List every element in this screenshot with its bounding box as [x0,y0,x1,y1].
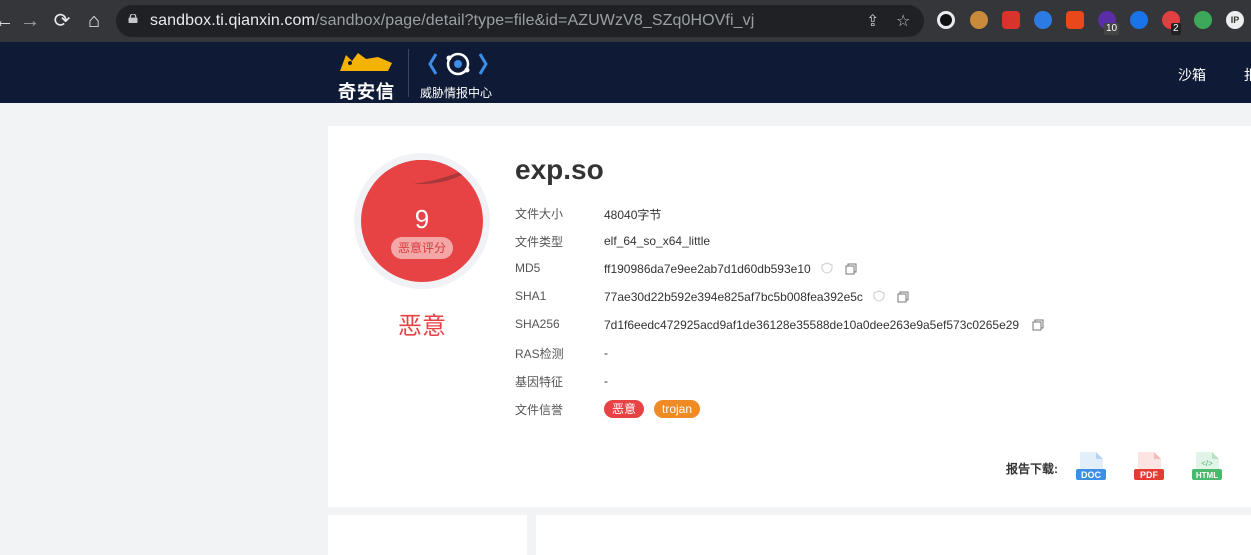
pdf-download-icon[interactable]: PDF [1134,451,1164,483]
extension-badge: 10 [1104,23,1120,35]
nav-item-report[interactable]: 报 [1244,65,1251,85]
pdf-format-text: PDF [1140,470,1159,480]
bookmark-star-icon[interactable]: ☆ [896,11,910,31]
extension-earth-icon[interactable] [1194,11,1212,29]
html-download-icon[interactable]: </> HTML [1192,451,1222,483]
extension-cookie-icon[interactable] [970,11,988,29]
report-download-label: 报告下载: [1006,462,1058,476]
extension-circle-icon[interactable] [937,11,955,29]
extension-mask-icon[interactable] [1034,11,1052,29]
file-name: exp.so [515,154,604,185]
row-value-gene: - [604,374,608,388]
brand-logo-text[interactable]: 奇安信 [338,78,395,104]
copy-icon[interactable] [897,291,909,303]
score-wave [361,160,483,200]
shield-icon[interactable] [821,262,833,274]
row-value-sha1[interactable]: 77ae30d22b592e394e825af7bc5b008fea392e5c [604,290,863,304]
html-format-text: HTML [1196,471,1218,480]
row-label-gene: 基因特征 [515,375,564,389]
row-value-ras: - [604,346,608,360]
row-label-sha256: SHA256 [515,317,560,331]
row-label-size: 文件大小 [515,207,564,221]
logo-divider [408,49,409,97]
shield-icon[interactable] [873,290,885,302]
threat-center-name[interactable]: 威胁情报中心 [420,84,492,101]
row-label-ras: RAS检测 [515,347,564,361]
back-arrow-icon[interactable]: ← [0,9,16,33]
copy-icon[interactable] [845,263,857,275]
extension-translate-icon[interactable] [1066,11,1084,29]
copy-icon[interactable] [1032,319,1044,331]
score-label: 恶意评分 [391,237,453,259]
row-value-size: 48040字节 [604,208,662,222]
score-circle: 9 恶意评分 [361,160,483,282]
threat-center-logo-icon[interactable] [428,48,488,80]
row-label-type: 文件类型 [515,235,564,249]
address-bar[interactable]: sandbox.ti.qianxin.com/sandbox/page/deta… [116,5,924,37]
verdict-text: 恶意 [398,313,446,340]
forward-arrow-icon[interactable]: → [18,9,42,33]
brand-cat-logo-icon[interactable] [338,49,394,75]
reputation-tag-trojan[interactable]: trojan [654,400,700,418]
malicious-score: 9 [414,204,430,234]
extension-ip-icon[interactable]: IP [1226,11,1244,29]
doc-format-text: DOC [1081,470,1102,480]
row-value-type: elf_64_so_x64_little [604,234,711,248]
reload-icon[interactable]: ⟳ [50,9,74,33]
extension-globe-icon[interactable] [1130,11,1148,29]
browser-toolbar: ← → ⟳ ⌂ sandbox.ti.qianxin.com/sandbox/p… [0,0,1251,42]
url-host: sandbox.ti.qianxin.com [150,12,315,29]
site-header [0,42,1251,103]
lock-icon [128,14,138,23]
nav-item-sandbox[interactable]: 沙箱 [1178,65,1206,85]
svg-text:</>: </> [1201,459,1213,468]
url-text: sandbox.ti.qianxin.com/sandbox/page/deta… [150,12,754,30]
extension-dice-icon[interactable] [1002,11,1020,29]
home-icon[interactable]: ⌂ [82,9,106,33]
url-path: /sandbox/page/detail?type=file&id=AZUWzV… [314,12,755,29]
reputation-tag-malicious[interactable]: 恶意 [604,400,644,418]
row-label-reputation: 文件信誉 [515,403,564,417]
doc-download-icon[interactable]: DOC [1076,451,1106,483]
left-panel [328,515,527,555]
share-icon[interactable]: ⇪ [866,11,879,31]
row-label-sha1: SHA1 [515,289,547,303]
right-panel [536,515,1251,555]
row-label-md5: MD5 [515,261,541,275]
row-value-sha256[interactable]: 7d1f6eedc472925acd9af1de36128e35588de10a… [604,318,1019,332]
extension-badge: 2 [1171,23,1181,35]
row-value-md5[interactable]: ff190986da7e9ee2ab7d1d60db593e10 [604,262,811,276]
